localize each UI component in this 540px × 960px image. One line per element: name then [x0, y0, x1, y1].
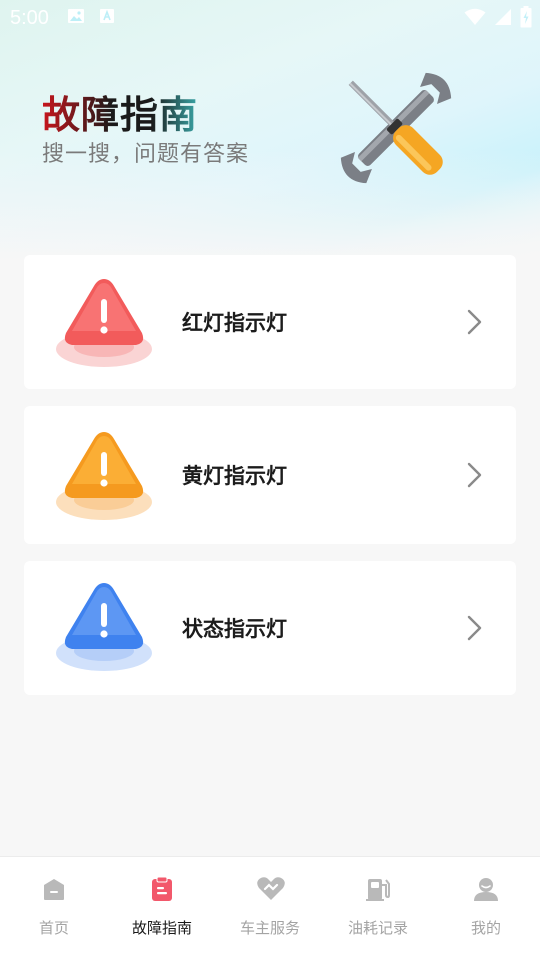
status-bar: 5:00 — [0, 0, 540, 36]
chevron-right-icon — [466, 461, 484, 489]
wifi-icon — [464, 8, 486, 30]
battery-icon — [520, 6, 532, 32]
chevron-right-icon — [466, 308, 484, 336]
nav-profile[interactable]: 我的 — [432, 857, 540, 960]
nav-fault-guide[interactable]: 故障指南 — [108, 857, 216, 960]
nav-owner-service[interactable]: 车主服务 — [216, 857, 324, 960]
nav-label: 故障指南 — [131, 919, 192, 937]
chevron-right-icon — [466, 614, 484, 642]
image-notification-icon — [67, 8, 85, 28]
red-light-indicator-card[interactable]: 红灯指示灯 — [24, 255, 516, 389]
bottom-nav: 首页 故障指南 车主服务 油耗记录 我的 — [0, 856, 540, 960]
card-label: 红灯指示灯 — [182, 311, 287, 335]
status-light-indicator-card[interactable]: 状态指示灯 — [24, 561, 516, 695]
nav-home[interactable]: 首页 — [0, 857, 108, 960]
nav-fuel-record[interactable]: 油耗记录 — [324, 857, 432, 960]
wrench-screwdriver-icon — [328, 58, 464, 198]
user-icon — [472, 875, 500, 903]
nav-label: 油耗记录 — [347, 919, 408, 937]
home-icon — [40, 875, 68, 903]
nav-label: 首页 — [38, 919, 69, 937]
signal-icon — [494, 8, 512, 30]
blue-warning-icon — [54, 577, 154, 677]
page-title: 故障指南 — [42, 84, 198, 139]
nav-label: 我的 — [470, 919, 501, 937]
yellow-warning-icon — [54, 426, 154, 526]
status-time: 5:00 — [10, 6, 49, 29]
page-subtitle: 搜一搜，问题有答案 — [42, 142, 250, 167]
yellow-light-indicator-card[interactable]: 黄灯指示灯 — [24, 406, 516, 544]
red-warning-icon — [54, 273, 154, 373]
fuel-pump-icon — [364, 875, 392, 903]
clipboard-icon — [148, 875, 176, 903]
card-label: 状态指示灯 — [182, 617, 287, 641]
text-notification-icon — [99, 8, 115, 28]
card-label: 黄灯指示灯 — [182, 464, 287, 488]
service-icon — [256, 875, 285, 903]
nav-label: 车主服务 — [239, 919, 300, 937]
